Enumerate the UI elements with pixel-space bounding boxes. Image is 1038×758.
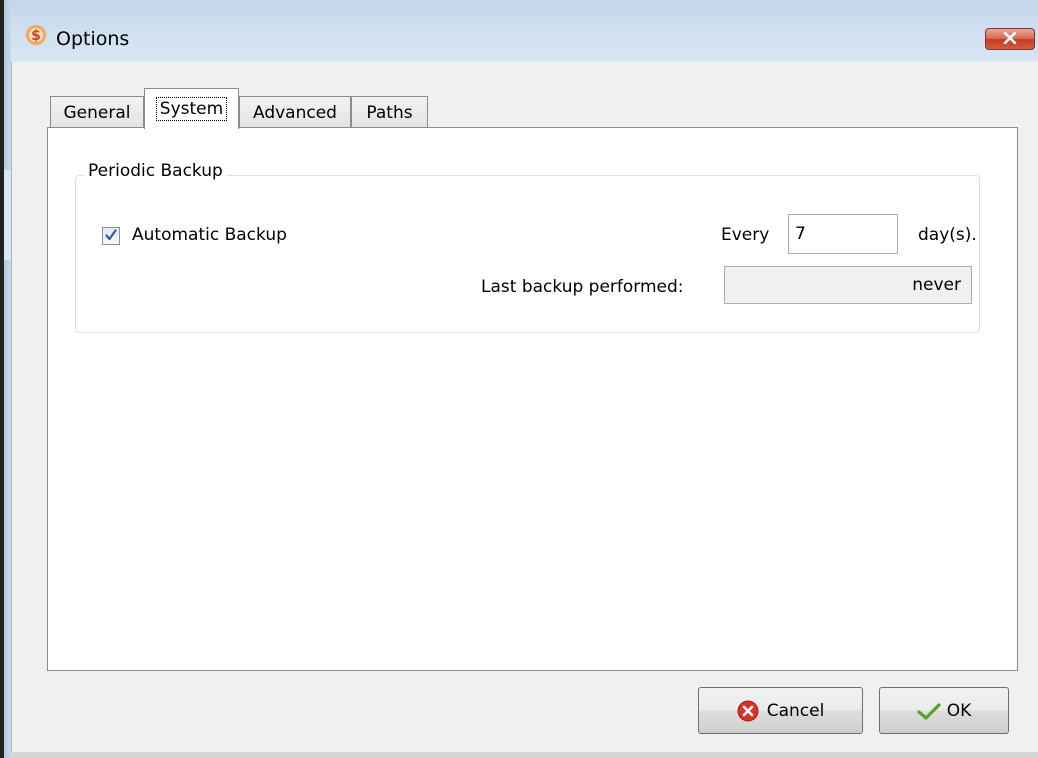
window-left-frame	[0, 0, 11, 758]
tab-general[interactable]: General	[50, 96, 144, 128]
automatic-backup-checkbox[interactable]	[102, 227, 120, 245]
cancel-button[interactable]: Cancel	[698, 687, 863, 734]
svg-text:$: $	[31, 28, 41, 44]
close-button[interactable]	[985, 28, 1035, 50]
checkmark-ok-icon	[917, 700, 941, 722]
checkmark-icon	[105, 226, 117, 246]
tab-advanced[interactable]: Advanced	[239, 96, 351, 128]
ok-button[interactable]: OK	[879, 687, 1009, 734]
last-backup-value: never	[724, 266, 972, 304]
every-label: Every	[721, 225, 770, 245]
days-label: day(s).	[918, 225, 977, 245]
options-dialog: $ Options General System Advanced Paths	[0, 0, 1038, 758]
backup-interval-input[interactable]	[788, 214, 898, 254]
system-tab-panel: Periodic Backup Automatic Backup Every d…	[47, 127, 1018, 671]
close-x-icon	[1003, 29, 1017, 49]
cancel-button-label: Cancel	[766, 700, 825, 721]
periodic-backup-group: Periodic Backup Automatic Backup Every d…	[75, 161, 980, 333]
window-title: Options	[56, 28, 130, 50]
cancel-icon	[737, 700, 759, 722]
tab-paths[interactable]: Paths	[351, 96, 428, 128]
tab-advanced-label: Advanced	[253, 102, 337, 123]
periodic-backup-legend: Periodic Backup	[84, 161, 227, 181]
tab-paths-label: Paths	[366, 102, 413, 123]
last-backup-label: Last backup performed:	[481, 277, 684, 297]
app-dollar-icon: $	[25, 24, 47, 46]
automatic-backup-label[interactable]: Automatic Backup	[132, 225, 287, 245]
tab-general-label: General	[63, 102, 131, 123]
title-bar[interactable]: $ Options	[11, 0, 1038, 62]
tab-system[interactable]: System	[144, 88, 239, 129]
window-bottom-edge	[11, 752, 1038, 758]
ok-button-label: OK	[946, 700, 972, 721]
tab-system-label: System	[155, 97, 228, 121]
